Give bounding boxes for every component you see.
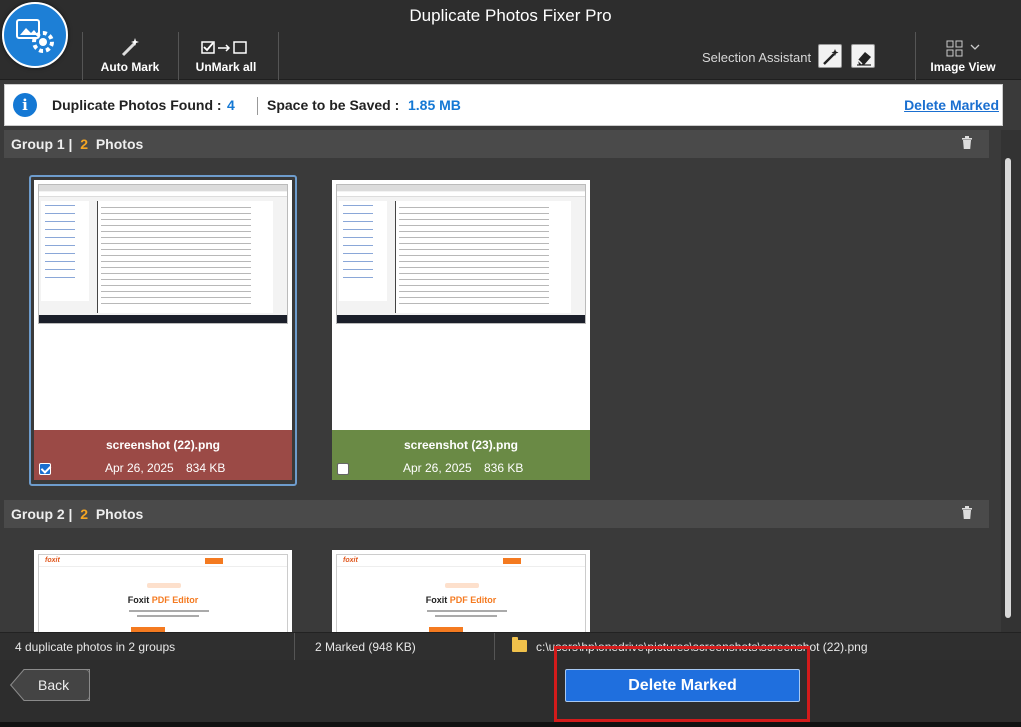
delete-marked-button[interactable]: Delete Marked — [565, 669, 800, 702]
grid-view-icon — [916, 36, 1010, 60]
footer-bar: Back Delete Marked — [0, 646, 1021, 727]
group-header: Group 2 | 2 Photos — [4, 500, 989, 528]
results-panel: Group 1 | 2 Photos screenshot (22).png A… — [0, 130, 1021, 632]
space-saved-value: 1.85 MB — [408, 97, 461, 113]
unmark-icon — [179, 36, 273, 60]
group-label: Group 2 | — [11, 506, 73, 522]
unmark-all-button[interactable]: UnMark all — [179, 32, 273, 80]
photo-card[interactable]: screenshot (22).png Apr 26, 2025 834 KB — [34, 180, 292, 480]
image-view-button[interactable]: Image View — [916, 32, 1010, 80]
group-header: Group 1 | 2 Photos — [4, 130, 989, 158]
duplicates-found-value: 4 — [227, 97, 235, 113]
window-title: Duplicate Photos Fixer Pro — [409, 6, 612, 25]
photo-thumbnail[interactable] — [332, 180, 590, 430]
title-bar: Duplicate Photos Fixer Pro — [0, 0, 1021, 32]
folder-icon — [512, 637, 527, 652]
group-count-label: Photos — [95, 506, 144, 522]
unmark-all-label: UnMark all — [195, 60, 257, 74]
auto-mark-button[interactable]: Auto Mark — [83, 32, 177, 80]
auto-select-wand-button[interactable] — [818, 44, 842, 68]
photo-info: screenshot (22).png Apr 26, 2025 834 KB — [34, 430, 292, 480]
photo-checkbox[interactable] — [337, 463, 349, 475]
screenshot-preview — [336, 184, 586, 324]
status-bar: 4 duplicate photos in 2 groups 2 Marked … — [0, 632, 1021, 661]
foxit-logo: foxit — [343, 557, 358, 564]
photo-card[interactable]: foxit Foxit PDF Editor — [34, 550, 292, 632]
foxit-page-preview: foxit Foxit PDF Editor — [336, 554, 586, 632]
photo-thumbnail[interactable]: foxit Foxit PDF Editor — [34, 550, 292, 632]
group-count: 2 — [80, 136, 89, 152]
auto-mark-label: Auto Mark — [100, 60, 160, 74]
eraser-button[interactable] — [851, 44, 875, 68]
back-label: Back — [38, 677, 70, 693]
photo-thumbnail[interactable] — [34, 180, 292, 430]
selection-assistant-label: Selection Assistant — [702, 50, 812, 65]
photo-size: 834 KB — [186, 461, 226, 475]
summary-divider — [257, 97, 258, 115]
toolbar-divider — [278, 32, 279, 80]
photo-date: Apr 26, 2025 — [403, 461, 472, 475]
app-window: Duplicate Photos Fixer Pro Auto Mark UnM… — [0, 0, 1021, 727]
photo-card[interactable]: foxit Foxit PDF Editor — [332, 550, 590, 632]
delete-marked-link[interactable]: Delete Marked — [904, 97, 999, 113]
foxit-logo: foxit — [45, 557, 60, 564]
photo-size: 836 KB — [484, 461, 524, 475]
preview-heading-product: PDF Editor — [449, 595, 497, 605]
app-logo — [2, 2, 68, 68]
image-view-label: Image View — [930, 60, 996, 74]
info-icon: i — [13, 93, 37, 117]
photo-date: Apr 26, 2025 — [105, 461, 174, 475]
status-summary: 4 duplicate photos in 2 groups — [15, 640, 176, 654]
group-label: Group 1 | — [11, 136, 73, 152]
photo-card[interactable]: screenshot (23).png Apr 26, 2025 836 KB — [332, 180, 590, 480]
preview-heading-brand: Foxit — [127, 595, 150, 605]
magic-wand-icon — [83, 36, 177, 60]
delete-group-trash-icon[interactable] — [961, 506, 973, 522]
photo-info: screenshot (23).png Apr 26, 2025 836 KB — [332, 430, 590, 480]
preview-heading-brand: Foxit — [425, 595, 448, 605]
photo-filename: screenshot (22).png — [105, 438, 221, 452]
preview-heading-product: PDF Editor — [151, 595, 199, 605]
photo-thumbnail[interactable]: foxit Foxit PDF Editor — [332, 550, 590, 632]
group-count-label: Photos — [95, 136, 144, 152]
status-marked: 2 Marked (948 KB) — [315, 640, 416, 654]
photo-gear-icon — [16, 19, 54, 53]
screenshot-preview — [38, 184, 288, 324]
delete-group-trash-icon[interactable] — [961, 136, 973, 152]
duplicates-found-label: Duplicate Photos Found : — [52, 97, 222, 113]
vertical-scrollbar[interactable] — [1001, 130, 1021, 632]
photo-filename: screenshot (23).png — [403, 438, 519, 452]
summary-bar: i Duplicate Photos Found : 4 Space to be… — [4, 84, 1003, 126]
foxit-page-preview: foxit Foxit PDF Editor — [38, 554, 288, 632]
photo-checkbox[interactable] — [39, 463, 51, 475]
scrollbar-thumb[interactable] — [1005, 158, 1011, 618]
group-count: 2 — [80, 506, 89, 522]
taskbar-edge — [0, 722, 1021, 727]
space-saved-label: Space to be Saved : — [267, 97, 400, 113]
